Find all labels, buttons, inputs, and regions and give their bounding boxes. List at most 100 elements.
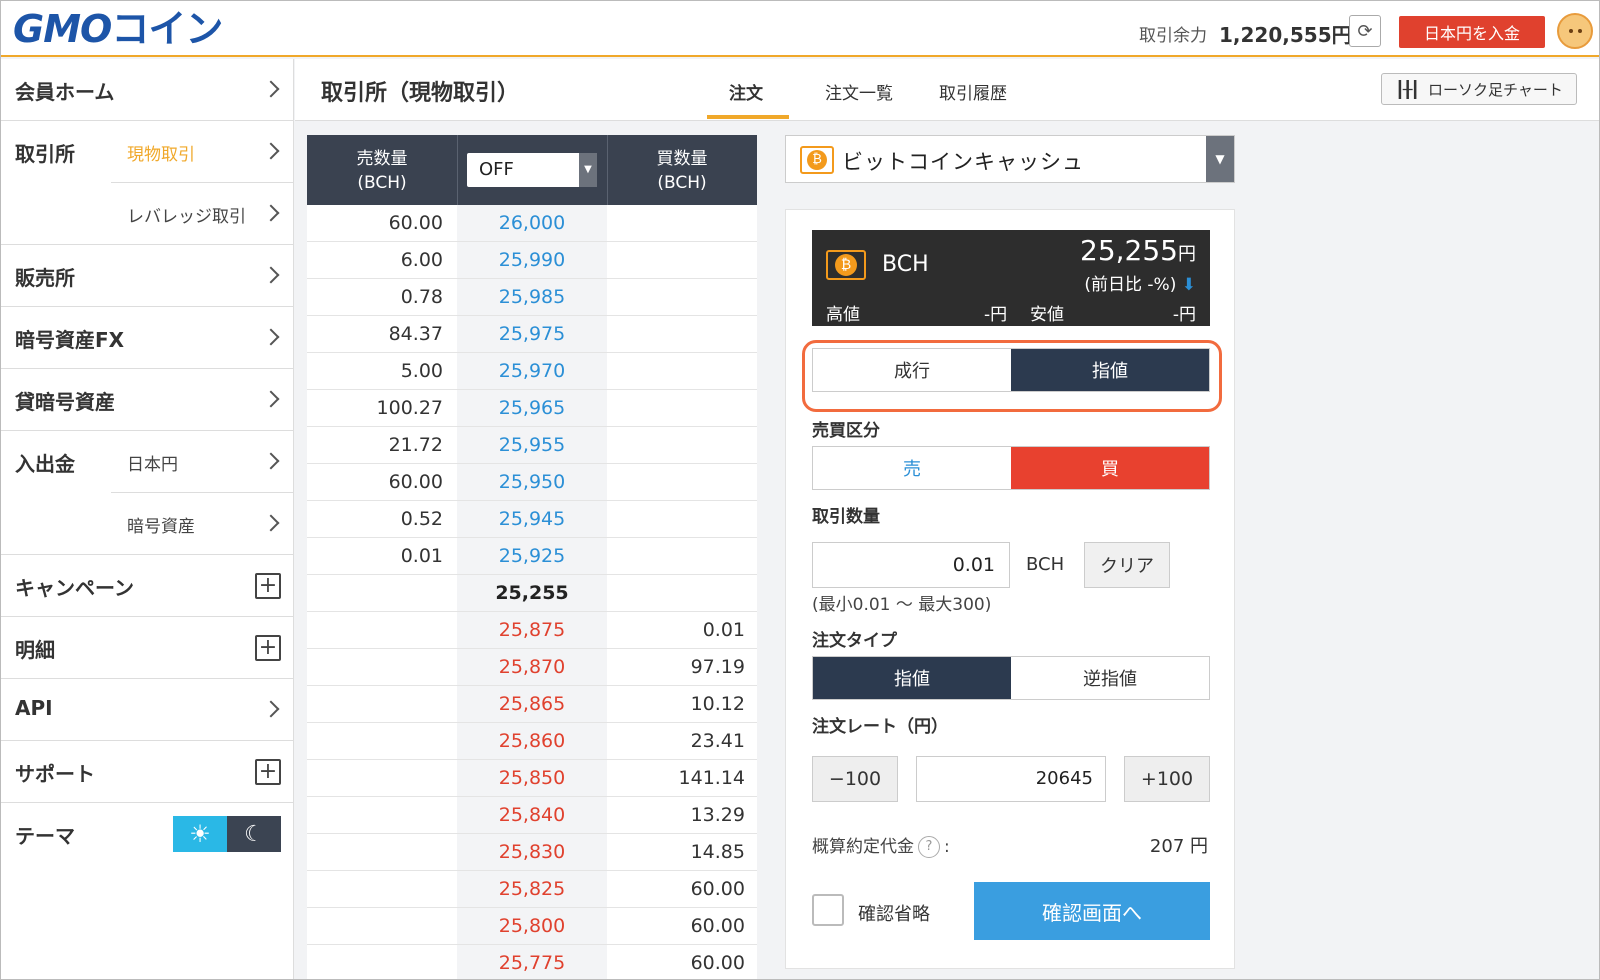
ask-row[interactable]: 0.52 25,945 <box>307 501 757 538</box>
candlestick-icon: ┃╂┃ <box>1395 79 1420 99</box>
active-tab-indicator <box>707 115 789 119</box>
quantity-input[interactable]: 0.01 <box>812 542 1010 588</box>
help-icon[interactable]: ? <box>918 836 940 858</box>
bid-row[interactable]: 25,870 97.19 <box>307 649 757 686</box>
ask-price: 25,950 <box>498 471 566 493</box>
ask-price: 25,990 <box>498 249 566 271</box>
sidebar-item-home[interactable]: 会員ホーム <box>1 59 294 121</box>
bid-row[interactable]: 25,850 141.14 <box>307 760 757 797</box>
quantity-range: (最小0.01 〜 最大300) <box>812 595 992 615</box>
balance-label: 取引余力 <box>1139 26 1207 46</box>
bid-price: 25,825 <box>498 878 566 900</box>
sidebar-item-sales[interactable]: 販売所 <box>1 245 294 307</box>
rate-decrease-button[interactable]: −100 <box>812 756 898 802</box>
side-label: 売買区分 <box>812 421 880 441</box>
refresh-button[interactable]: ⟳ <box>1349 15 1381 47</box>
bid-row[interactable]: 25,865 10.12 <box>307 686 757 723</box>
chevron-right-icon <box>262 266 280 284</box>
ask-row[interactable]: 5.00 25,970 <box>307 353 757 390</box>
ask-row[interactable]: 60.00 26,000 <box>307 205 757 242</box>
avatar[interactable] <box>1557 13 1593 49</box>
ask-price: 25,975 <box>498 323 566 345</box>
bitcoin-cash-icon <box>800 146 834 174</box>
rate-input[interactable]: 20645 <box>916 756 1106 802</box>
sidebar-item-spot[interactable]: 現物取引 <box>111 121 294 183</box>
order-book-rows: 60.00 26,000 6.00 25,990 0.78 25,985 84.37 25,9… <box>307 205 757 979</box>
ask-quantity: 5.00 <box>400 360 443 382</box>
execution-type-toggle: 成行 指値 <box>812 348 1210 392</box>
bid-row[interactable]: 25,860 23.41 <box>307 723 757 760</box>
order-book: 売数量 (BCH) OFF ▼ 買数量 (BCH) 60.00 26,000 6.0… <box>307 135 757 979</box>
deposit-jpy-button[interactable]: 日本円を入金 <box>1399 16 1545 48</box>
candlestick-chart-button[interactable]: ┃╂┃ ローソク足チャート <box>1381 73 1577 105</box>
bid-row[interactable]: 25,830 14.85 <box>307 834 757 871</box>
bid-price: 25,860 <box>498 730 566 752</box>
quantity-unit: BCH <box>1026 554 1065 575</box>
top-header: GMOコイン 取引余力 1,220,555円 ⟳ 日本円を入金 <box>1 1 1599 57</box>
skip-confirm-checkbox[interactable] <box>812 894 844 926</box>
ask-row[interactable]: 0.01 25,925 <box>307 538 757 575</box>
gmo-coin-logo[interactable]: GMOコイン <box>13 7 223 51</box>
chevron-right-icon <box>262 328 280 346</box>
sidebar-item-api[interactable]: API <box>1 679 294 741</box>
ask-quantity: 0.01 <box>400 545 443 567</box>
tab-order[interactable]: 注文 <box>729 79 763 104</box>
limit-type-option[interactable]: 指値 <box>813 657 1011 699</box>
bid-price: 25,840 <box>498 804 566 826</box>
sidebar-item-statement[interactable]: 明細 + <box>1 617 294 679</box>
chevron-right-icon <box>262 700 280 718</box>
clear-button[interactable]: クリア <box>1084 542 1170 588</box>
sidebar-theme-row: テーマ ☀ ☾ <box>1 803 294 865</box>
ask-price: 25,970 <box>498 360 566 382</box>
bid-row[interactable]: 25,825 60.00 <box>307 871 757 908</box>
bid-price: 25,775 <box>498 952 566 974</box>
bid-row[interactable]: 25,875 0.01 <box>307 612 757 649</box>
tab-trade-history[interactable]: 取引履歴 <box>939 79 1007 104</box>
theme-toggle[interactable]: ☀ ☾ <box>173 816 281 852</box>
buy-qty-header: 買数量 (BCH) <box>656 149 708 193</box>
ask-price: 25,965 <box>498 397 566 419</box>
sun-icon[interactable]: ☀ <box>173 816 227 852</box>
buy-option[interactable]: 買 <box>1011 447 1209 489</box>
order-type-label: 注文タイプ <box>812 631 897 651</box>
sidebar-item-lending[interactable]: 貸暗号資産 <box>1 369 294 431</box>
sidebar-item-deposit-crypto[interactable]: 暗号資産 <box>111 493 294 555</box>
chevron-right-icon <box>262 514 280 532</box>
bid-quantity: 97.19 <box>690 656 745 678</box>
sidebar-item-deposit-jpy[interactable]: 日本円 <box>111 431 294 493</box>
ask-row[interactable]: 6.00 25,990 <box>307 242 757 279</box>
ask-quantity: 100.27 <box>376 397 443 419</box>
bid-quantity: 60.00 <box>690 952 745 974</box>
ask-row[interactable]: 60.00 25,950 <box>307 464 757 501</box>
ask-row[interactable]: 21.72 25,955 <box>307 427 757 464</box>
ask-row[interactable]: 0.78 25,985 <box>307 279 757 316</box>
rate-increase-button[interactable]: +100 <box>1124 756 1210 802</box>
limit-order-option[interactable]: 指値 <box>1011 349 1209 391</box>
stop-type-option[interactable]: 逆指値 <box>1011 657 1209 699</box>
ask-quantity: 21.72 <box>388 434 443 456</box>
sidebar-item-leverage[interactable]: レバレッジ取引 <box>111 183 294 245</box>
moon-icon[interactable]: ☾ <box>227 816 281 852</box>
market-order-option[interactable]: 成行 <box>813 349 1011 391</box>
bid-quantity: 10.12 <box>690 693 745 715</box>
tab-order-list[interactable]: 注文一覧 <box>825 79 893 104</box>
bid-row[interactable]: 25,840 13.29 <box>307 797 757 834</box>
plus-icon: + <box>255 635 281 661</box>
bitcoin-cash-icon <box>826 250 866 280</box>
ask-row[interactable]: 100.27 25,965 <box>307 390 757 427</box>
ask-row[interactable]: 84.37 25,975 <box>307 316 757 353</box>
price-grouping-select[interactable]: OFF ▼ <box>467 153 597 187</box>
skip-confirm-label[interactable]: 確認省略 <box>858 900 930 926</box>
confirm-button[interactable]: 確認画面へ <box>974 882 1210 940</box>
bid-row[interactable]: 25,775 60.00 <box>307 945 757 979</box>
sidebar-item-fx[interactable]: 暗号資産FX <box>1 307 294 369</box>
ask-price: 25,945 <box>498 508 566 530</box>
bid-quantity: 0.01 <box>702 619 745 641</box>
bid-price: 25,800 <box>498 915 566 937</box>
sell-option[interactable]: 売 <box>813 447 1011 489</box>
symbol-select[interactable]: ビットコインキャッシュ ▼ <box>785 135 1235 183</box>
bid-price: 25,850 <box>498 767 566 789</box>
sidebar-item-campaign[interactable]: キャンペーン + <box>1 555 294 617</box>
bid-row[interactable]: 25,800 60.00 <box>307 908 757 945</box>
sidebar-item-support[interactable]: サポート + <box>1 741 294 803</box>
